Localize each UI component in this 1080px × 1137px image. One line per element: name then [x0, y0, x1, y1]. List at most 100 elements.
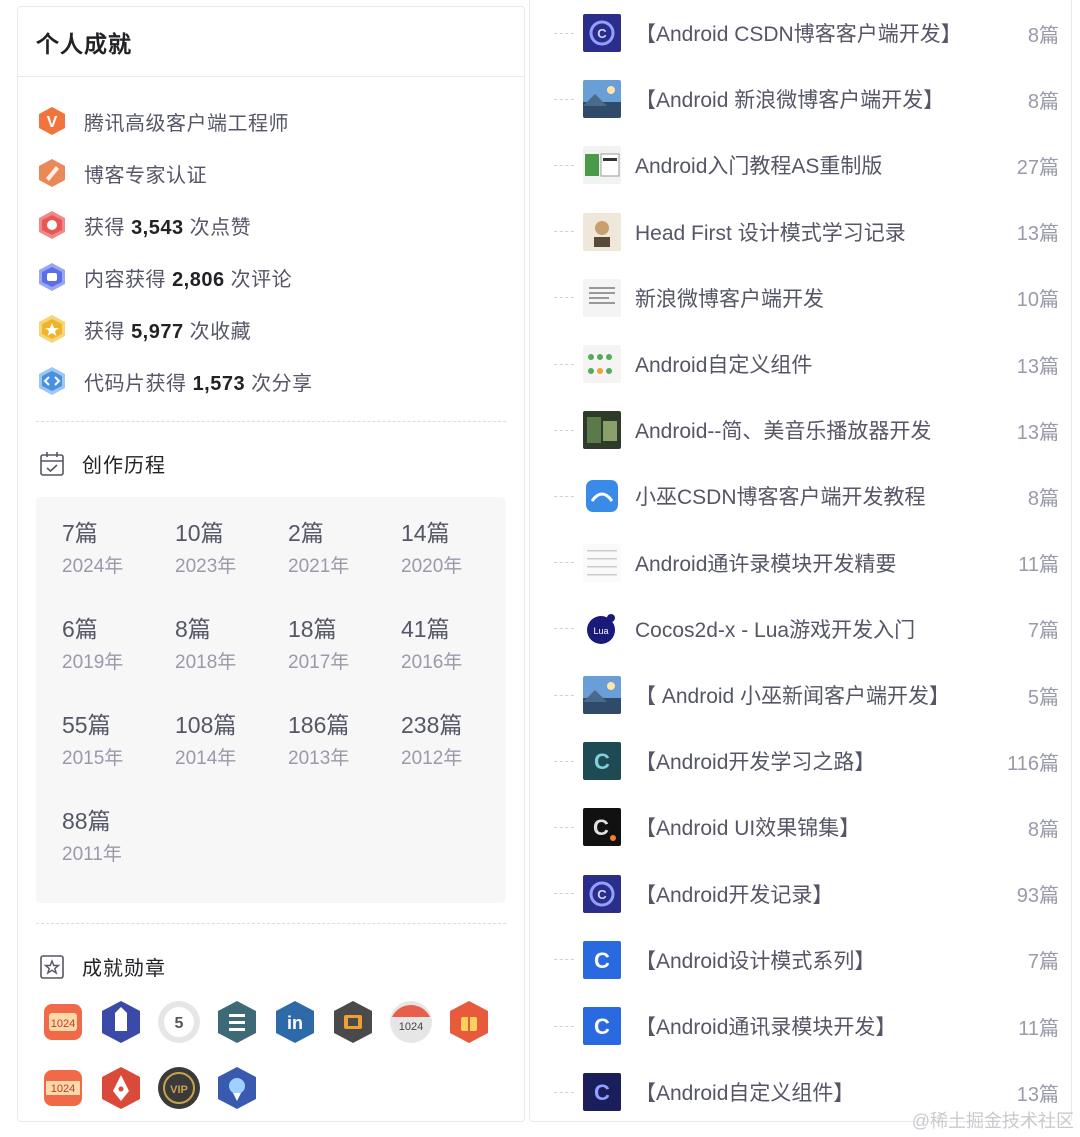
history-item[interactable]: 55篇 2015年 [62, 709, 175, 805]
document-thumb [583, 278, 621, 317]
tree-connector [554, 98, 574, 100]
column-name: 【Android开发记录】 [635, 883, 834, 907]
column-item[interactable]: C 【Android开发记录】 93篇 [530, 861, 1073, 927]
svg-text:VIP: VIP [170, 1084, 188, 1096]
column-count: 7篇 [1027, 951, 1059, 974]
history-grid-box: 7篇 2024年 10篇 2023年 2篇 2021年 14篇 2020年 6篇 2019年 8篇 2… [36, 497, 506, 903]
column-item[interactable]: C 【Android开发学习之路】 116篇 [530, 728, 1073, 794]
tree-connector [554, 562, 574, 564]
history-item[interactable]: 2篇 2021年 [288, 517, 401, 613]
landscape-thumb [583, 80, 621, 119]
svg-text:1024: 1024 [51, 1018, 75, 1030]
medal-vip-icon[interactable]: VIP [156, 1065, 214, 1131]
history-count: 10篇 [175, 520, 224, 546]
dark-c-thumb: C [583, 808, 621, 847]
achievement-item[interactable]: 内容获得 2,806 次评论 [36, 251, 524, 303]
tree-connector [554, 32, 574, 34]
history-item[interactable]: 14篇 2020年 [401, 517, 514, 613]
history-count: 108篇 [175, 712, 237, 738]
medal-5-year-icon[interactable]: 5 [156, 999, 214, 1065]
medals-title: 成就勋章 [82, 958, 166, 980]
list-doc-thumb [583, 543, 621, 582]
medal-1024-gray-icon[interactable]: 1024 [388, 999, 446, 1065]
column-item[interactable]: Android入门教程AS重制版 27篇 [530, 132, 1073, 198]
column-count: 10篇 [1016, 289, 1059, 312]
column-item[interactable]: Lua Cocos2d-x - Lua游戏开发入门 7篇 [530, 596, 1073, 662]
history-item[interactable]: 238篇 2012年 [401, 709, 514, 805]
column-name: 【Android开发学习之路】 [635, 751, 876, 775]
column-item[interactable]: 小巫CSDN博客客户端开发教程 8篇 [530, 463, 1073, 529]
panel-title: 个人成就 [36, 30, 132, 57]
ui-screens-thumb [583, 146, 621, 185]
achievement-item[interactable]: 获得 3,543 次点赞 [36, 199, 524, 251]
tree-connector [554, 164, 574, 166]
column-item[interactable]: C 【Android UI效果锦集】 8篇 [530, 794, 1073, 860]
achievement-item[interactable]: 获得 5,977 次收藏 [36, 303, 524, 355]
column-item[interactable]: 【Android 新浪微博客户端开发】 8篇 [530, 66, 1073, 132]
column-item[interactable]: C 【Android CSDN博客客户端开发】 8篇 [530, 0, 1073, 66]
medal-linkedin-icon[interactable]: in [272, 999, 330, 1065]
medal-list-icon[interactable] [214, 999, 272, 1065]
history-item[interactable]: 108篇 2014年 [175, 709, 288, 805]
history-count: 7篇 [62, 520, 98, 546]
column-item[interactable]: Android--简、美音乐播放器开发 13篇 [530, 397, 1073, 463]
medal-grid: 1024 5 in 1024 1024 VIP [40, 999, 520, 1131]
tree-connector [554, 1091, 574, 1093]
tree-connector [554, 959, 574, 961]
medal-rocket-icon[interactable] [214, 1065, 272, 1131]
history-item[interactable]: 8篇 2018年 [175, 613, 288, 709]
favorite-badge-icon [36, 313, 68, 345]
components-thumb [583, 345, 621, 383]
comment-badge-icon [36, 261, 68, 293]
medal-1024-icon[interactable]: 1024 [40, 999, 98, 1065]
column-count: 13篇 [1016, 223, 1059, 246]
svg-text:5: 5 [175, 1015, 184, 1032]
medal-castle-icon[interactable] [98, 999, 156, 1065]
column-name: Android通许录模块开发精要 [635, 552, 897, 576]
history-year: 2013年 [288, 748, 350, 769]
svg-text:C: C [594, 948, 610, 973]
lua-logo-thumb: Lua [583, 609, 621, 648]
history-item[interactable]: 6篇 2019年 [62, 613, 175, 709]
column-item[interactable]: Android通许录模块开发精要 11篇 [530, 530, 1073, 596]
achievement-item[interactable]: 代码片获得 1,573 次分享 [36, 355, 524, 407]
svg-text:V: V [47, 114, 58, 131]
history-item[interactable]: 18篇 2017年 [288, 613, 401, 709]
tree-connector [554, 628, 574, 630]
history-item[interactable]: 41篇 2016年 [401, 613, 514, 709]
column-item[interactable]: 【 Android 小巫新闻客户端开发】 5篇 [530, 662, 1073, 728]
columns-panel: C 【Android CSDN博客客户端开发】 8篇 【Android 新浪微博客户端… [529, 0, 1072, 1122]
column-name: Android入门教程AS重制版 [635, 155, 883, 179]
column-count: 13篇 [1016, 1083, 1059, 1106]
medal-pen-icon[interactable] [98, 1065, 156, 1131]
column-item[interactable]: C 【Android设计模式系列】 7篇 [530, 927, 1073, 993]
history-year: 2012年 [401, 748, 463, 769]
achievement-item[interactable]: V 腾讯高级客户端工程师 [36, 95, 524, 147]
history-grid: 7篇 2024年 10篇 2023年 2篇 2021年 14篇 2020年 6篇 2019年 8篇 2… [62, 517, 506, 901]
column-count: 11篇 [1018, 1017, 1059, 1040]
medal-1024-ribbon-icon[interactable]: 1024 [40, 1065, 98, 1131]
column-item[interactable]: Head First 设计模式学习记录 13篇 [530, 199, 1073, 265]
history-item[interactable]: 88篇 2011年 [62, 805, 175, 901]
svg-text:C: C [594, 749, 610, 774]
history-year: 2021年 [288, 556, 350, 577]
column-item[interactable]: Android自定义组件 13篇 [530, 331, 1073, 397]
history-year: 2011年 [62, 844, 122, 865]
history-item[interactable]: 10篇 2023年 [175, 517, 288, 613]
column-name: 【Android CSDN博客客户端开发】 [635, 23, 962, 46]
medal-gift-icon[interactable] [446, 999, 504, 1065]
column-name: 小巫CSDN博客客户端开发教程 [635, 486, 926, 510]
svg-text:C: C [594, 1014, 610, 1039]
tree-connector [554, 1025, 574, 1027]
column-item[interactable]: 新浪微博客户端开发 10篇 [530, 265, 1073, 331]
share-count: 1,573 [192, 372, 246, 395]
column-name: Head First 设计模式学习记录 [635, 221, 906, 245]
medal-bracket-icon[interactable] [330, 999, 388, 1065]
divider [36, 923, 506, 924]
history-item[interactable]: 186篇 2013年 [288, 709, 401, 805]
history-item[interactable]: 7篇 2024年 [62, 517, 175, 613]
achievement-item[interactable]: 博客专家认证 [36, 147, 524, 199]
svg-text:Lua: Lua [593, 626, 608, 636]
column-item[interactable]: C 【Android通讯录模块开发】 11篇 [530, 993, 1073, 1059]
column-name: 【Android 新浪微博客户端开发】 [635, 89, 945, 113]
